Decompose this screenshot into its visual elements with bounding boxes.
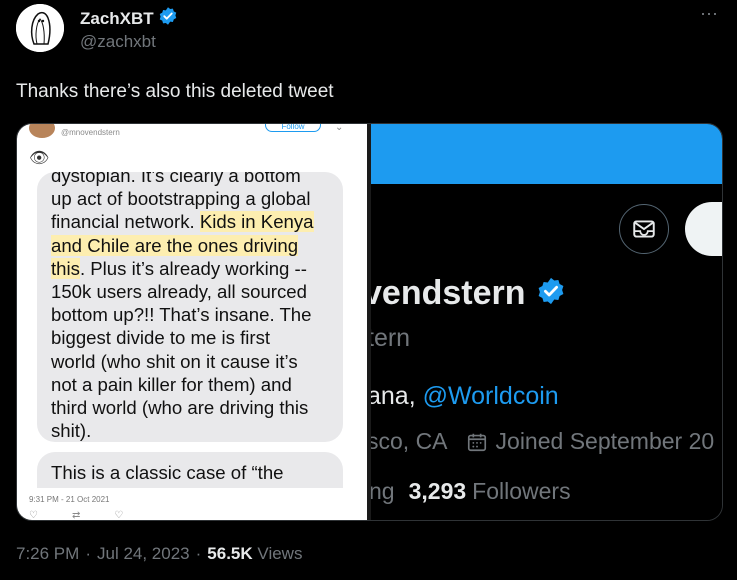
highlighted-text: this: [51, 257, 80, 279]
author-handle[interactable]: @zachxbt: [80, 32, 156, 52]
author-name-row[interactable]: ZachXBT: [80, 6, 178, 31]
screenshot-handle: @mnovendstern: [61, 128, 120, 137]
screenshot-timestamp: 9:31 PM - 21 Oct 2021: [29, 495, 110, 504]
author-avatar[interactable]: [16, 4, 64, 52]
profile-joined: Joined September 20: [466, 428, 714, 455]
reply-icon: ♡: [29, 510, 38, 521]
retweet-icon: ⇄: [71, 510, 81, 521]
views[interactable]: 56.5K Views: [207, 544, 302, 564]
separator: ·: [195, 544, 202, 563]
tweet-media[interactable]: @mnovendstern Follow ⌄ 👁 dystopian. It’s…: [16, 123, 723, 521]
tweet-date[interactable]: Jul 24, 2023: [97, 544, 190, 564]
tweet-text: Thanks there’s also this deleted tweet: [16, 81, 334, 102]
mail-icon: [633, 220, 655, 238]
screenshot-avatar: [29, 124, 55, 138]
profile-name-row: vendstern: [371, 274, 566, 313]
more-options-icon[interactable]: ⋯: [700, 4, 719, 25]
profile-handle: tern: [371, 324, 411, 352]
chevron-down-icon: ⌄: [335, 124, 344, 133]
message-bubble-second: This is a classic case of “the: [37, 452, 343, 488]
views-label: Views: [257, 544, 303, 563]
like-icon: ♡: [114, 510, 124, 521]
separator: ·: [85, 544, 91, 563]
screenshot-actions: ♡ ⇄ ♡: [29, 510, 124, 521]
message-text: dystopian. It’s clearly a bottom up act …: [51, 172, 314, 442]
profile-bio: ana, @Worldcoin: [371, 382, 559, 410]
screenshot-follow-button: Follow: [265, 124, 321, 132]
media-left-screenshot: @mnovendstern Follow ⌄ 👁 dystopian. It’s…: [17, 124, 367, 521]
highlighted-text: and Chile are the ones driving: [51, 234, 299, 256]
profile-location: sco, CA: [371, 428, 448, 454]
calendar-icon: [467, 433, 486, 451]
author-name[interactable]: ZachXBT: [80, 9, 154, 29]
profile-follow-stats: ng 3,293 Followers: [371, 478, 571, 504]
profile-meta: sco, CA Joined September 20: [371, 428, 714, 455]
verified-badge-icon: [536, 276, 566, 311]
tweet-meta: 7:26 PM · Jul 24, 2023 · 56.5K Views: [16, 544, 302, 564]
message-bubble: dystopian. It’s clearly a bottom up act …: [37, 172, 343, 442]
highlighted-text: Kids in Kenya: [199, 211, 314, 233]
message-text-second: This is a classic case of “the: [51, 462, 284, 483]
views-count: 56.5K: [207, 544, 253, 563]
eye-icon: 👁: [29, 150, 50, 167]
followers-count: 3,293: [408, 478, 467, 504]
tweet-time[interactable]: 7:26 PM: [16, 544, 79, 564]
profile-name: vendstern: [371, 274, 526, 312]
bio-link: @Worldcoin: [422, 382, 559, 410]
profile-follow-button: [685, 202, 722, 256]
media-right-screenshot: vendstern tern ana, @Worldcoin sco, CA J…: [371, 124, 722, 520]
profile-banner: [371, 124, 722, 184]
verified-badge-icon: [158, 6, 178, 31]
message-button: [619, 204, 669, 254]
